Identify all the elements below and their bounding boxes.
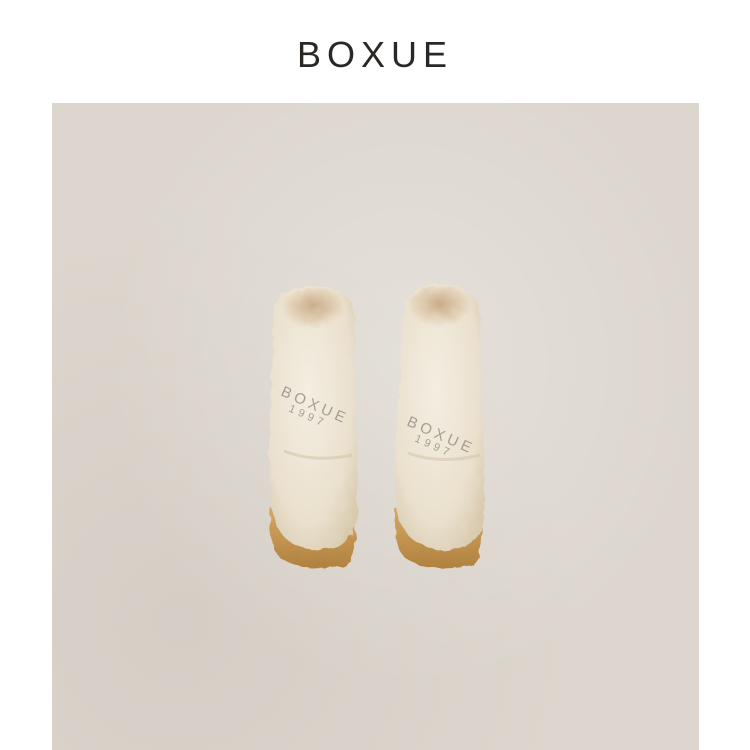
right-boot-opening xyxy=(408,286,472,326)
boots-illustration: BOXUE 1997 BOXUE 1997 xyxy=(268,284,485,569)
left-boot: BOXUE 1997 xyxy=(268,286,358,569)
product-photo: BOXUE 1997 BOXUE 1997 xyxy=(52,103,699,750)
left-boot-opening xyxy=(282,288,346,328)
right-boot: BOXUE 1997 xyxy=(394,284,485,569)
brand-title: BOXUE xyxy=(296,34,454,75)
